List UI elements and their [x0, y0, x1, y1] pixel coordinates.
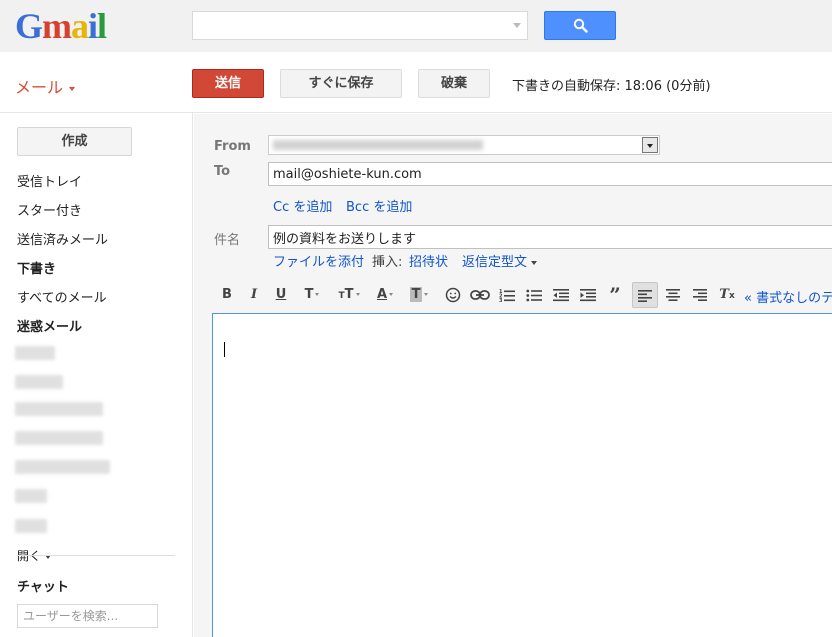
sidebar-item-spam[interactable]: 迷惑メール	[17, 316, 82, 335]
formatting-toolbar: B I U T TT A T 123 ” Tx « 書式なしのテ	[214, 282, 832, 310]
underline-icon[interactable]: U	[270, 282, 292, 308]
bulleted-list-icon[interactable]	[523, 282, 545, 308]
sidebar-item-inbox[interactable]: 受信トレイ	[17, 171, 82, 190]
redacted-sender	[273, 140, 483, 150]
sidebar-item-all-mail[interactable]: すべてのメール	[17, 287, 107, 306]
insert-label: 挿入:	[372, 255, 403, 270]
canned-responses-label: 返信定型文	[462, 255, 528, 270]
redacted-label[interactable]	[15, 431, 103, 445]
subject-field	[268, 225, 832, 249]
to-field	[268, 162, 832, 186]
attach-file-link[interactable]: ファイルを添付	[273, 251, 364, 270]
sidebar: 作成 受信トレイ スター付き 送信済みメール 下書き すべてのメール 迷惑メール…	[0, 113, 193, 637]
redacted-label[interactable]	[15, 460, 110, 474]
redacted-label[interactable]	[15, 402, 103, 416]
mail-menu-label: メール	[15, 78, 64, 97]
outdent-icon[interactable]	[550, 282, 572, 308]
message-body-editor[interactable]	[212, 313, 832, 637]
font-icon[interactable]: T	[297, 282, 327, 308]
send-button[interactable]: 送信	[192, 69, 264, 98]
caret-down-icon	[69, 86, 76, 91]
add-bcc-link[interactable]: Bcc を追加	[346, 196, 412, 215]
compose-panel: From To Cc を追加 Bcc を追加 件名 ファイルを添付 挿入: 招待…	[194, 114, 832, 637]
redacted-label[interactable]	[15, 375, 63, 389]
quote-icon[interactable]: ”	[604, 282, 626, 308]
dropdown-arrow-icon[interactable]	[642, 137, 658, 153]
subject-input[interactable]	[269, 226, 829, 248]
redacted-label[interactable]	[15, 346, 55, 360]
chat-search-input[interactable]	[18, 605, 156, 627]
invitation-link[interactable]: 招待状	[409, 251, 448, 270]
highlight-icon[interactable]: T	[404, 282, 434, 308]
compose-button[interactable]: 作成	[17, 127, 132, 156]
align-center-icon[interactable]	[662, 282, 684, 308]
canned-responses-link[interactable]: 返信定型文	[462, 251, 538, 270]
sidebar-item-drafts[interactable]: 下書き	[17, 258, 56, 277]
sidebar-item-sent[interactable]: 送信済みメール	[17, 229, 108, 248]
chat-search-box	[17, 604, 158, 628]
italic-icon[interactable]: I	[243, 282, 265, 308]
to-label: To	[214, 164, 231, 179]
svg-text:3: 3	[499, 298, 503, 302]
emoji-icon[interactable]	[442, 282, 464, 308]
numbered-list-icon[interactable]: 123	[496, 282, 518, 308]
plain-text-link[interactable]: « 書式なしのテ	[744, 287, 832, 306]
magnifier-icon	[573, 18, 588, 33]
search-input[interactable]	[193, 12, 493, 39]
redacted-label[interactable]	[15, 489, 47, 503]
search-button[interactable]	[544, 11, 616, 40]
more-label: 開く	[17, 549, 42, 563]
autosave-status: 下書きの自動保存: 18:06 (0分前)	[512, 79, 711, 94]
indent-icon[interactable]	[577, 282, 599, 308]
sidebar-item-starred[interactable]: スター付き	[17, 200, 82, 219]
chat-title: チャット	[17, 580, 69, 595]
from-select[interactable]	[268, 135, 660, 155]
from-label: From	[214, 139, 251, 154]
link-icon[interactable]	[467, 282, 493, 308]
align-left-icon[interactable]	[632, 282, 658, 308]
caret-down-icon	[531, 260, 538, 265]
to-input[interactable]	[269, 163, 829, 185]
save-now-button[interactable]: すぐに保存	[280, 69, 402, 98]
divider	[17, 555, 175, 556]
bold-icon[interactable]: B	[216, 282, 238, 308]
gmail-logo[interactable]: Gmail	[15, 6, 107, 46]
font-size-icon[interactable]: TT	[332, 282, 366, 308]
discard-button[interactable]: 破棄	[418, 69, 490, 98]
clear-format-icon[interactable]: Tx	[716, 282, 738, 308]
redacted-label[interactable]	[15, 519, 47, 533]
mail-menu[interactable]: メール	[15, 74, 76, 98]
top-bar: Gmail	[0, 0, 832, 52]
search-options-icon[interactable]	[513, 23, 521, 28]
text-cursor	[224, 342, 225, 357]
subject-label: 件名	[214, 233, 241, 248]
align-right-icon[interactable]	[689, 282, 711, 308]
action-bar: メール 送信 すぐに保存 破棄 下書きの自動保存: 18:06 (0分前)	[0, 52, 832, 113]
add-cc-link[interactable]: Cc を追加	[273, 196, 332, 215]
search-box	[192, 11, 528, 40]
text-color-icon[interactable]: A	[370, 282, 400, 308]
